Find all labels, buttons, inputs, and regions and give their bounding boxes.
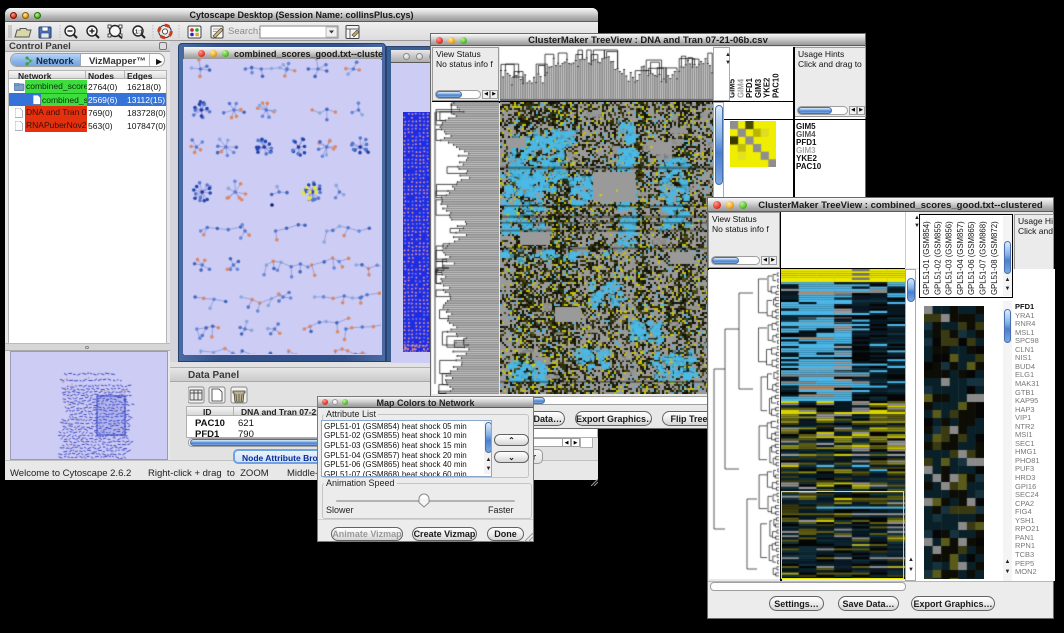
svg-text:GPL51-07 (GSM868): GPL51-07 (GSM868) [979,221,988,295]
svg-text:GIM3: GIM3 [754,78,763,98]
svg-text:Search:: Search: [228,26,261,37]
svg-text:GPL51-08 (GSM872): GPL51-08 (GSM872) [990,221,999,295]
svg-text:GPL51-02 (GSM855): GPL51-02 (GSM855) [933,221,942,295]
svg-text:GPL51-03 (GSM856): GPL51-03 (GSM856) [945,221,954,295]
svg-text:GPL51-04 (GSM857): GPL51-04 (GSM857) [956,221,965,295]
svg-text:PAC10: PAC10 [772,73,781,98]
svg-text:GIM4: GIM4 [736,78,745,98]
svg-text:GPL51-06 (GSM865): GPL51-06 (GSM865) [967,221,976,295]
svg-text:YKE2: YKE2 [763,77,772,98]
svg-text:GPL51-01 (GSM854): GPL51-01 (GSM854) [922,221,931,295]
svg-text:PFD1: PFD1 [745,77,754,98]
